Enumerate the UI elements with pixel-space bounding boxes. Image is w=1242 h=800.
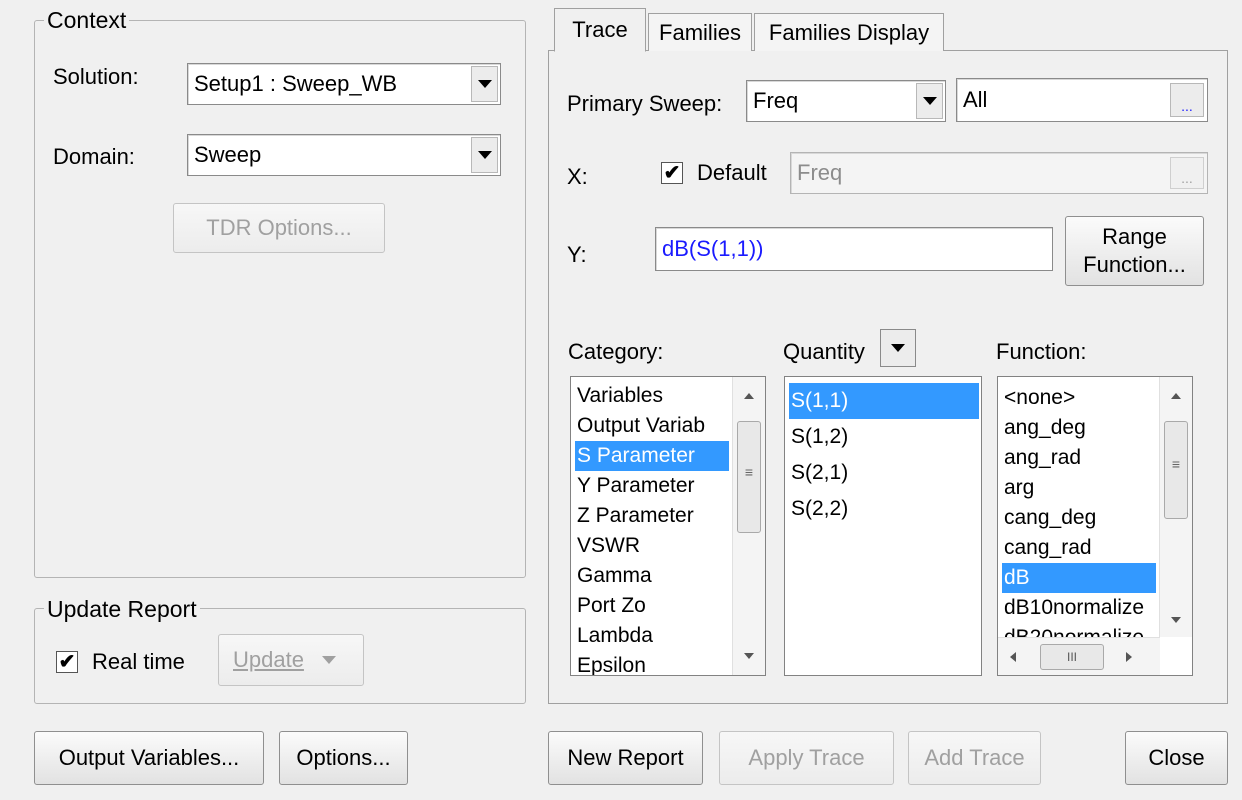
ellipsis-icon: ... <box>1181 98 1193 114</box>
sweep-range-ellipsis-button[interactable]: ... <box>1170 83 1204 117</box>
close-button[interactable]: Close <box>1125 731 1228 785</box>
domain-value: Sweep <box>194 142 262 167</box>
category-list-item[interactable]: Lambda <box>575 621 729 651</box>
primary-sweep-label: Primary Sweep: <box>567 91 723 116</box>
scroll-right-icon[interactable] <box>1126 652 1132 662</box>
range-function-button[interactable]: Range Function... <box>1065 216 1204 286</box>
chevron-down-icon <box>891 344 905 352</box>
chevron-down-icon <box>321 656 336 664</box>
category-list-item[interactable]: VSWR <box>575 531 729 561</box>
category-list-item[interactable]: Variables <box>575 381 729 411</box>
quantity-list-item[interactable]: S(2,1) <box>789 455 979 491</box>
primary-sweep-dropdown[interactable]: Freq <box>746 80 946 122</box>
function-list-item[interactable]: dB10normalize <box>1002 593 1156 623</box>
category-label: Category: <box>568 339 664 364</box>
checkmark-icon: ✔ <box>58 651 76 673</box>
ellipsis-icon: ... <box>1181 170 1193 186</box>
scroll-up-icon[interactable] <box>1160 383 1192 409</box>
options-button[interactable]: Options... <box>279 731 408 785</box>
quantity-listbox[interactable]: S(1,1) S(1,2) S(2,1) S(2,2) <box>784 376 982 676</box>
realtime-label: Real time <box>92 649 185 674</box>
y-label: Y: <box>567 242 587 267</box>
tab-trace[interactable]: Trace <box>554 8 646 52</box>
quantity-filter-dropdown[interactable] <box>880 329 916 367</box>
tab-families[interactable]: Families <box>648 13 752 51</box>
solution-dropdown[interactable]: Setup1 : Sweep_WB <box>187 63 501 105</box>
sweep-range-field[interactable]: All ... <box>956 78 1208 122</box>
category-listbox[interactable]: Variables Output Variab S Parameter Y Param… <box>570 376 766 676</box>
domain-dropdown[interactable]: Sweep <box>187 134 501 176</box>
category-list-item[interactable]: Output Variab <box>575 411 729 441</box>
x-expression-value: Freq <box>797 160 843 185</box>
y-expression-value: dB(S(1,1)) <box>662 236 764 261</box>
function-list-item[interactable]: arg <box>1002 473 1156 503</box>
realtime-checkbox[interactable]: ✔ <box>56 651 78 673</box>
function-label: Function: <box>996 339 1087 364</box>
quantity-list-item[interactable]: S(1,1) <box>789 383 979 419</box>
tab-families-display[interactable]: Families Display <box>754 13 944 51</box>
tdr-options-button[interactable]: TDR Options... <box>173 203 385 253</box>
category-list-item[interactable]: Port Zo <box>575 591 729 621</box>
x-expression-field[interactable]: Freq ... <box>790 152 1208 194</box>
category-list-item[interactable]: S Parameter <box>575 441 729 471</box>
category-list-item[interactable]: Y Parameter <box>575 471 729 501</box>
x-default-label: Default <box>697 160 767 185</box>
solution-label: Solution: <box>53 64 139 89</box>
scroll-down-icon[interactable] <box>1160 607 1192 633</box>
function-hscrollbar[interactable]: III <box>998 637 1160 675</box>
primary-sweep-value: Freq <box>753 88 799 113</box>
x-label: X: <box>567 164 588 189</box>
solution-value: Setup1 : Sweep_WB <box>194 71 398 96</box>
range-function-line2: Function... <box>1083 252 1186 277</box>
chevron-down-icon[interactable] <box>471 66 498 102</box>
domain-label: Domain: <box>53 144 135 169</box>
function-scroll-thumb[interactable]: ≡ <box>1164 421 1188 519</box>
chevron-down-icon[interactable] <box>916 83 943 119</box>
x-ellipsis-button[interactable]: ... <box>1170 157 1204 189</box>
output-variables-button[interactable]: Output Variables... <box>34 731 264 785</box>
category-scrollbar[interactable]: ≡ <box>732 377 765 675</box>
function-list-item[interactable]: <none> <box>1002 383 1156 413</box>
update-button[interactable]: Update <box>218 634 364 686</box>
chevron-down-icon[interactable] <box>471 137 498 173</box>
function-list-item[interactable]: dB20normalize <box>1002 623 1156 637</box>
new-report-button[interactable]: New Report <box>548 731 703 785</box>
quantity-label: Quantity <box>783 339 865 364</box>
range-function-line1: Range <box>1102 224 1167 249</box>
function-hscroll-thumb[interactable]: III <box>1040 644 1104 670</box>
function-list-item[interactable]: dB <box>1002 563 1156 593</box>
update-button-label: Update <box>233 647 304 672</box>
checkmark-icon: ✔ <box>663 162 681 184</box>
add-trace-button[interactable]: Add Trace <box>908 731 1041 785</box>
function-list-item[interactable]: cang_deg <box>1002 503 1156 533</box>
scroll-up-icon[interactable] <box>733 383 765 409</box>
quantity-list-item[interactable]: S(1,2) <box>789 419 979 455</box>
y-expression-field[interactable]: dB(S(1,1)) <box>655 227 1053 271</box>
sweep-range-value: All <box>963 87 988 112</box>
context-group-title: Context <box>44 7 130 33</box>
x-default-checkbox[interactable]: ✔ <box>661 162 683 184</box>
scroll-left-icon[interactable] <box>1010 652 1016 662</box>
category-list-item[interactable]: Epsilon <box>575 651 729 675</box>
function-scrollbar[interactable]: ≡ <box>1159 377 1192 637</box>
category-list-item[interactable]: Z Parameter <box>575 501 729 531</box>
scroll-down-icon[interactable] <box>733 643 765 669</box>
apply-trace-button[interactable]: Apply Trace <box>719 731 894 785</box>
category-scroll-thumb[interactable]: ≡ <box>737 421 761 533</box>
update-report-title: Update Report <box>44 596 200 622</box>
function-list-item[interactable]: ang_rad <box>1002 443 1156 473</box>
quantity-list-item[interactable]: S(2,2) <box>789 491 979 527</box>
category-list-item[interactable]: Gamma <box>575 561 729 591</box>
function-listbox[interactable]: <none> ang_deg ang_rad arg cang_deg cang_rad d… <box>997 376 1193 676</box>
function-list-item[interactable]: ang_deg <box>1002 413 1156 443</box>
function-list-item[interactable]: cang_rad <box>1002 533 1156 563</box>
